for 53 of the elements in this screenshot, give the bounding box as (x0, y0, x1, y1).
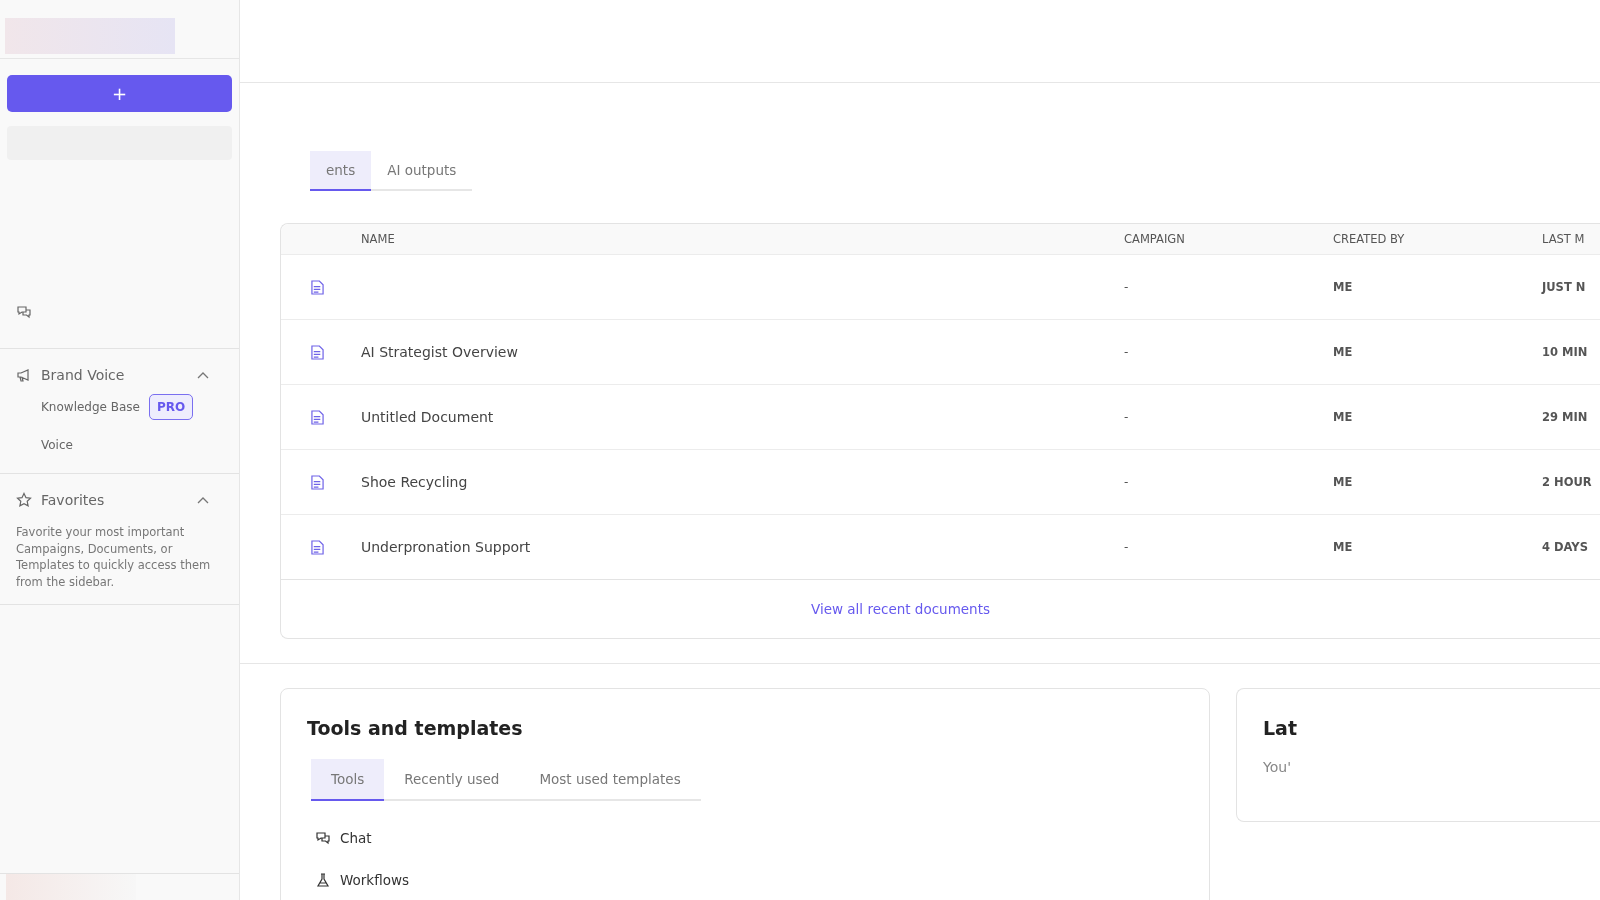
document-icon (310, 344, 324, 360)
chevron-icon[interactable] (197, 496, 209, 504)
star-icon (16, 492, 32, 508)
column-header: LAST M (1542, 232, 1586, 246)
flask-icon (315, 872, 331, 888)
table-cell-text: 2 HOUR (1542, 475, 1593, 489)
card-title: Tools and templates (307, 717, 524, 739)
table-cell-text: - (1124, 280, 1130, 294)
tab[interactable]: Recently used (384, 759, 520, 801)
sidebar-item[interactable]: Voice (41, 438, 73, 452)
table-cell-text: - (1124, 410, 1130, 424)
column-header: CREATED BY (1333, 232, 1406, 246)
table-cell-text: - (1124, 475, 1130, 489)
chat-icon[interactable] (16, 304, 32, 320)
favorites-hint: Favorite your most important Campaigns, Documents, or Templates to quickly access them from the sidebar. (16, 524, 212, 590)
sidebar-item[interactable]: Knowledge Base (41, 400, 140, 414)
section-title[interactable]: Favorites (41, 492, 188, 508)
tab[interactable]: AI outputs (371, 151, 473, 191)
document-name[interactable]: AI Strategist Overview (361, 344, 518, 360)
card-title: Lat (1263, 717, 1298, 739)
table-cell-text: 10 MIN (1542, 345, 1589, 359)
new-button[interactable]: + (7, 75, 232, 112)
table-cell-text: - (1124, 345, 1130, 359)
tool-item[interactable]: Workflows (340, 872, 410, 888)
chat-icon (315, 830, 331, 846)
column-header: CAMPAIGN (1124, 232, 1186, 246)
chevron-icon[interactable] (197, 371, 209, 379)
document-icon (310, 539, 324, 555)
section-title[interactable]: Brand Voice (41, 367, 188, 383)
document-icon (310, 474, 324, 490)
table-cell-text: 4 DAYS (1542, 540, 1589, 554)
tab[interactable]: Tools (311, 759, 385, 801)
table-cell-text: - (1124, 540, 1130, 554)
table-cell-text: ME (1333, 280, 1354, 294)
table-cell-text: JUST N (1542, 280, 1587, 294)
document-name[interactable]: Shoe Recycling (361, 474, 468, 490)
latest-text: You' (1263, 759, 1292, 775)
table-cell-text: ME (1333, 410, 1354, 424)
document-icon (310, 409, 324, 425)
table-cell-text: ME (1333, 540, 1354, 554)
view-all-link[interactable]: View all recent documents (811, 601, 990, 617)
document-name[interactable]: Untitled Document (361, 409, 494, 425)
tool-item[interactable]: Chat (340, 830, 372, 846)
table-cell-text: 29 MIN (1542, 410, 1589, 424)
pro-badge: PRO (149, 394, 194, 420)
tab[interactable]: Most used templates (519, 759, 701, 801)
document-name[interactable]: Underpronation Support (361, 539, 531, 555)
tab[interactable]: ents (310, 151, 372, 191)
table-cell-text: ME (1333, 345, 1354, 359)
document-icon (310, 279, 324, 295)
megaphone-icon (16, 367, 32, 383)
table-cell-text: ME (1333, 475, 1354, 489)
column-header: NAME (361, 232, 396, 246)
